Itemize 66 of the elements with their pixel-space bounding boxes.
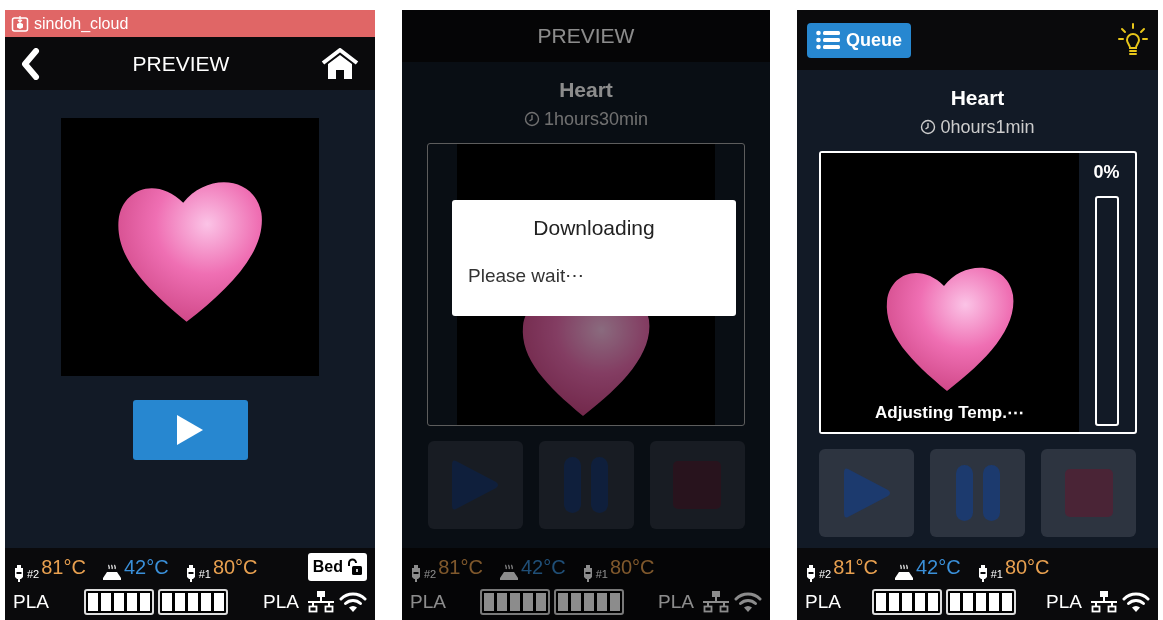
nozzle-icon	[13, 564, 25, 582]
filament-gauge	[871, 588, 942, 615]
temperature-reading: 80°C	[1004, 555, 1050, 580]
extruder-label: #1	[990, 566, 1003, 582]
home-icon[interactable]	[321, 47, 359, 80]
wifi-icon	[339, 590, 367, 613]
nozzle-icon	[805, 564, 817, 582]
stop-icon	[1063, 467, 1114, 518]
light-bulb-icon[interactable]	[1118, 23, 1148, 57]
filament-gauge	[945, 588, 1016, 615]
job-name: Heart	[559, 77, 613, 103]
play-button[interactable]	[132, 400, 248, 460]
screen-title: PREVIEW	[132, 50, 230, 77]
extruder-label: #2	[27, 566, 40, 582]
back-icon[interactable]	[21, 47, 41, 80]
material-label: PLA	[410, 589, 446, 614]
temperature-reading: 80°C	[609, 555, 655, 580]
material-label: PLA	[263, 589, 299, 614]
extruder-label: #1	[595, 566, 608, 582]
extruder-label: #2	[819, 566, 832, 582]
material-label: PLA	[658, 589, 694, 614]
temperature-reading: 42°C	[123, 555, 169, 580]
app-title: sindoh_cloud	[34, 13, 129, 34]
extruder-label: #1	[198, 566, 211, 582]
print-status: Adjusting Temp.⋯	[875, 402, 1024, 424]
wifi-icon	[734, 590, 762, 613]
network-icon	[307, 590, 335, 613]
list-icon	[816, 30, 840, 50]
dialog-message: Please wait⋯	[468, 263, 586, 288]
heated-bed-icon	[498, 564, 519, 582]
temperature-reading: 81°C	[41, 555, 86, 580]
screen-title: PREVIEW	[537, 23, 635, 50]
play-icon	[176, 414, 204, 446]
queue-button[interactable]: Queue	[807, 22, 911, 58]
filament-gauge	[84, 588, 154, 615]
pause-icon	[561, 455, 611, 514]
progress-percent: 0%	[1093, 160, 1120, 184]
extruder-label: #2	[424, 566, 437, 582]
heated-bed-icon	[101, 564, 122, 582]
network-icon	[1090, 590, 1118, 613]
bed-lock-button[interactable]: Bed	[307, 553, 367, 581]
nozzle-icon	[581, 564, 594, 582]
temperature-reading: 81°C	[833, 555, 878, 580]
temperature-reading: 81°C	[438, 555, 483, 580]
print-time: 0hours1min	[940, 115, 1035, 139]
print-time: 1hours30min	[543, 107, 649, 131]
temperature-reading: 42°C	[915, 555, 961, 580]
dialog-title: Downloading	[532, 215, 656, 241]
job-name: Heart	[950, 85, 1005, 111]
network-icon	[702, 590, 730, 613]
material-label: PLA	[13, 589, 49, 614]
clock-icon	[920, 119, 937, 135]
material-label: PLA	[805, 589, 841, 614]
filament-gauge	[554, 588, 624, 615]
heated-bed-icon	[893, 564, 914, 582]
material-label: PLA	[1046, 589, 1082, 614]
nozzle-icon	[184, 564, 197, 582]
box-icon	[11, 14, 29, 33]
filament-gauge	[480, 588, 550, 615]
nozzle-icon	[410, 564, 422, 582]
filament-gauge	[158, 588, 228, 615]
temperature-reading: 42°C	[520, 555, 566, 580]
wifi-icon	[1122, 590, 1150, 613]
nozzle-icon	[976, 564, 989, 582]
clock-icon	[523, 111, 540, 127]
temperature-reading: 80°C	[212, 555, 258, 580]
